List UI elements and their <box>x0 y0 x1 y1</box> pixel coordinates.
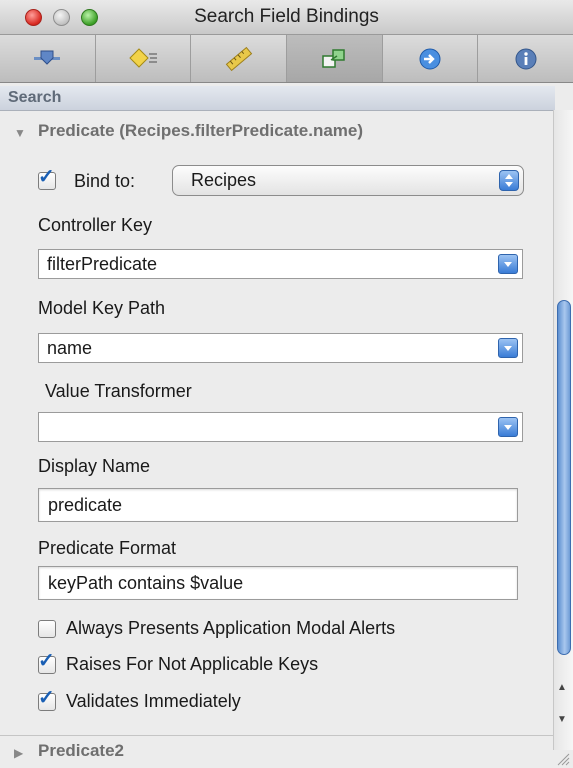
display-name-label: Display Name <box>38 456 151 476</box>
raises-for-not-applicable-keys-checkbox[interactable]: ✓ <box>38 651 56 674</box>
tab-effects[interactable] <box>96 35 192 82</box>
inspector-toolbar <box>0 35 573 83</box>
scrollbar-thumb[interactable] <box>557 300 571 655</box>
predicate-format-value: keyPath contains $value <box>48 573 244 593</box>
bind-to-popup[interactable]: Recipes <box>172 165 524 196</box>
validates-immediately-label: Validates Immediately <box>66 691 241 711</box>
predicate2-binding-title[interactable]: Predicate2 <box>38 741 124 761</box>
value-transformer-label: Value Transformer <box>45 381 192 401</box>
bind-to-label: Bind to: <box>74 171 136 191</box>
model-key-path-label: Model Key Path <box>38 298 166 318</box>
divider <box>0 735 553 736</box>
section-header-search: Search <box>0 86 555 111</box>
bindings-icon <box>322 48 346 68</box>
bind-to-checkbox[interactable]: ✓ <box>38 167 56 190</box>
resize-grip-icon[interactable] <box>556 752 570 766</box>
display-name-field[interactable]: predicate <box>38 488 518 522</box>
display-name-value: predicate <box>48 495 123 515</box>
validates-immediately-checkbox[interactable]: ✓ <box>38 688 56 711</box>
tab-connections[interactable] <box>383 35 479 82</box>
tab-info[interactable] <box>478 35 573 82</box>
checkmark-icon: ✓ <box>38 687 55 709</box>
controller-key-value: filterPredicate <box>47 254 158 274</box>
info-icon <box>515 48 537 69</box>
dropdown-arrow-icon[interactable] <box>498 417 518 437</box>
size-icon <box>225 46 252 71</box>
attributes-icon <box>34 50 61 65</box>
bind-to-value: Recipes <box>191 170 257 190</box>
checkmark-icon: ✓ <box>38 650 55 672</box>
always-presents-modal-alerts-label: Always Presents Application Modal Alerts <box>66 618 396 638</box>
scroll-down-arrow-icon[interactable]: ▼ <box>557 714 567 725</box>
vertical-scrollbar[interactable]: ▲ ▼ <box>553 110 573 750</box>
disclosure-triangle-expanded-icon[interactable]: ▼ <box>14 126 26 140</box>
inspector-window: Search Field Bindings Search ▼ Predicate… <box>0 0 573 768</box>
predicate-format-field[interactable]: keyPath contains $value <box>38 566 518 600</box>
checkmark-icon: ✓ <box>38 166 55 188</box>
connections-icon <box>419 48 441 69</box>
tab-attributes[interactable] <box>0 35 96 82</box>
controller-key-combobox[interactable]: filterPredicate <box>38 249 523 279</box>
always-presents-modal-alerts-checkbox[interactable] <box>38 620 56 638</box>
popup-arrows-icon <box>499 170 519 191</box>
section-title: Search <box>8 89 62 106</box>
disclosure-triangle-collapsed-icon[interactable]: ▶ <box>14 746 23 760</box>
effects-icon <box>129 47 157 68</box>
title-bar[interactable]: Search Field Bindings <box>0 0 573 35</box>
window-title: Search Field Bindings <box>194 6 379 27</box>
predicate-binding-title[interactable]: Predicate (Recipes.filterPredicate.name) <box>38 121 363 141</box>
dropdown-arrow-icon[interactable] <box>498 338 518 358</box>
tab-size[interactable] <box>191 35 288 82</box>
tab-bindings[interactable] <box>287 35 383 82</box>
model-key-path-combobox[interactable]: name <box>38 333 523 363</box>
model-key-path-value: name <box>47 338 93 358</box>
dropdown-arrow-icon[interactable] <box>498 254 518 274</box>
predicate-format-label: Predicate Format <box>38 538 177 558</box>
value-transformer-combobox[interactable] <box>38 412 523 442</box>
raises-for-not-applicable-keys-label: Raises For Not Applicable Keys <box>66 654 319 674</box>
controller-key-label: Controller Key <box>38 215 153 235</box>
scroll-up-arrow-icon[interactable]: ▲ <box>557 682 567 693</box>
